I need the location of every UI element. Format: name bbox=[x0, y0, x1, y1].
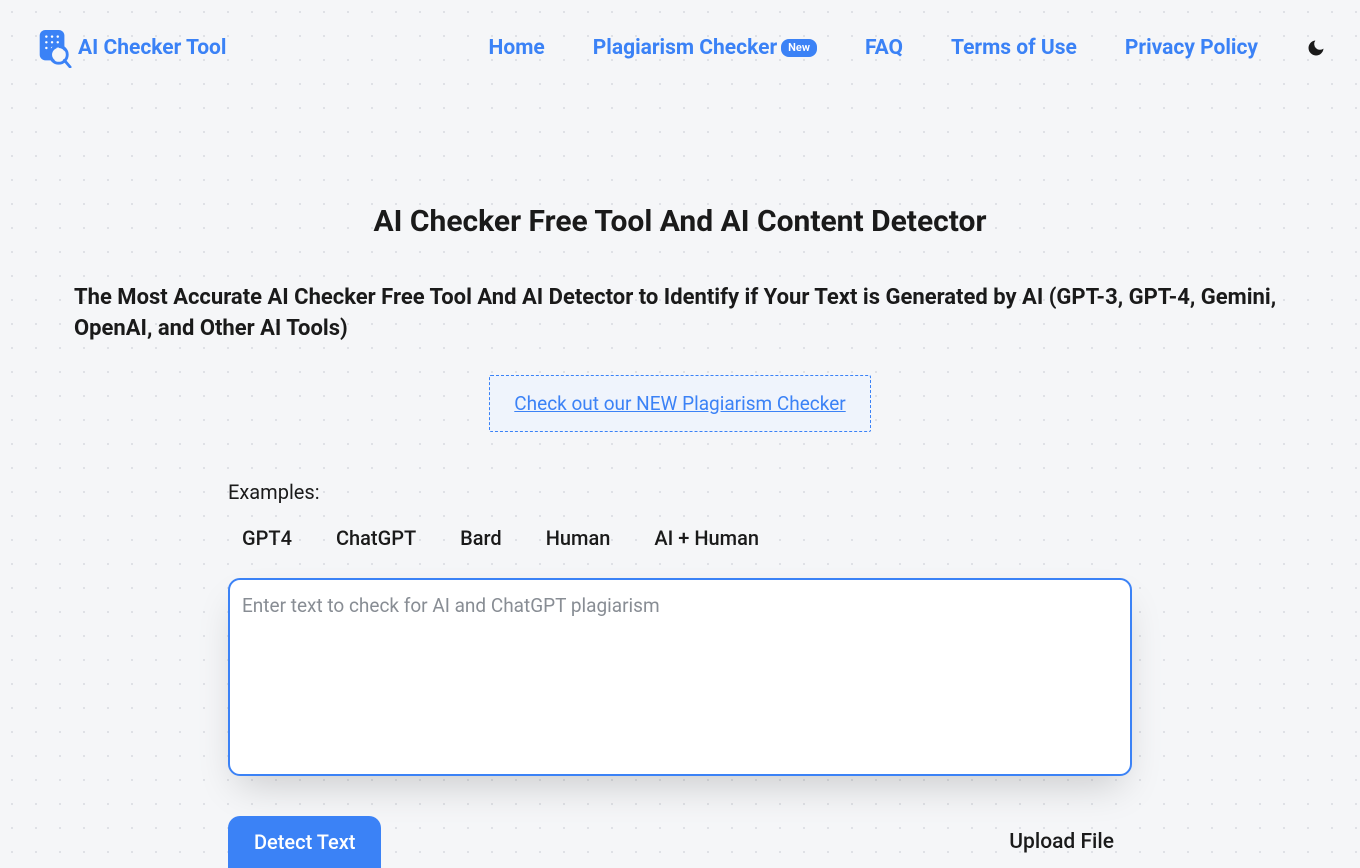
example-gpt4-button[interactable]: GPT4 bbox=[228, 520, 306, 556]
logo[interactable]: AI Checker Tool bbox=[34, 28, 226, 68]
nav-faq[interactable]: FAQ bbox=[865, 36, 903, 60]
detect-button[interactable]: Detect Text bbox=[228, 816, 381, 868]
page-subtitle: The Most Accurate AI Checker Free Tool A… bbox=[74, 283, 1286, 345]
nav-plagiarism-label: Plagiarism Checker bbox=[593, 36, 777, 60]
nav-privacy[interactable]: Privacy Policy bbox=[1125, 36, 1258, 60]
nav-terms[interactable]: Terms of Use bbox=[951, 36, 1077, 60]
plagiarism-callout-link[interactable]: Check out our NEW Plagiarism Checker bbox=[489, 375, 870, 432]
new-badge: New bbox=[781, 39, 817, 56]
examples-label: Examples: bbox=[228, 480, 1132, 504]
moon-icon bbox=[1306, 38, 1326, 58]
example-human-button[interactable]: Human bbox=[532, 520, 625, 556]
logo-text: AI Checker Tool bbox=[78, 36, 226, 60]
site-header: AI Checker Tool Home Plagiarism Checker … bbox=[0, 0, 1360, 96]
text-input[interactable] bbox=[228, 578, 1132, 776]
main-nav: Home Plagiarism Checker New FAQ Terms of… bbox=[489, 36, 1326, 60]
nav-home[interactable]: Home bbox=[489, 36, 545, 60]
logo-icon bbox=[34, 28, 72, 68]
example-chatgpt-button[interactable]: ChatGPT bbox=[322, 520, 430, 556]
page-title: AI Checker Free Tool And AI Content Dete… bbox=[74, 204, 1286, 239]
nav-plagiarism[interactable]: Plagiarism Checker New bbox=[593, 36, 817, 60]
main-content: AI Checker Free Tool And AI Content Dete… bbox=[30, 204, 1330, 868]
examples-row: GPT4 ChatGPT Bard Human AI + Human bbox=[228, 520, 1132, 556]
actions-row: Detect Text Upload File bbox=[228, 816, 1132, 868]
checker-panel: Examples: GPT4 ChatGPT Bard Human AI + H… bbox=[228, 480, 1132, 868]
upload-file-button[interactable]: Upload File bbox=[991, 820, 1132, 864]
example-bard-button[interactable]: Bard bbox=[446, 520, 516, 556]
dark-mode-toggle[interactable] bbox=[1306, 38, 1326, 58]
example-ai-human-button[interactable]: AI + Human bbox=[640, 520, 773, 556]
